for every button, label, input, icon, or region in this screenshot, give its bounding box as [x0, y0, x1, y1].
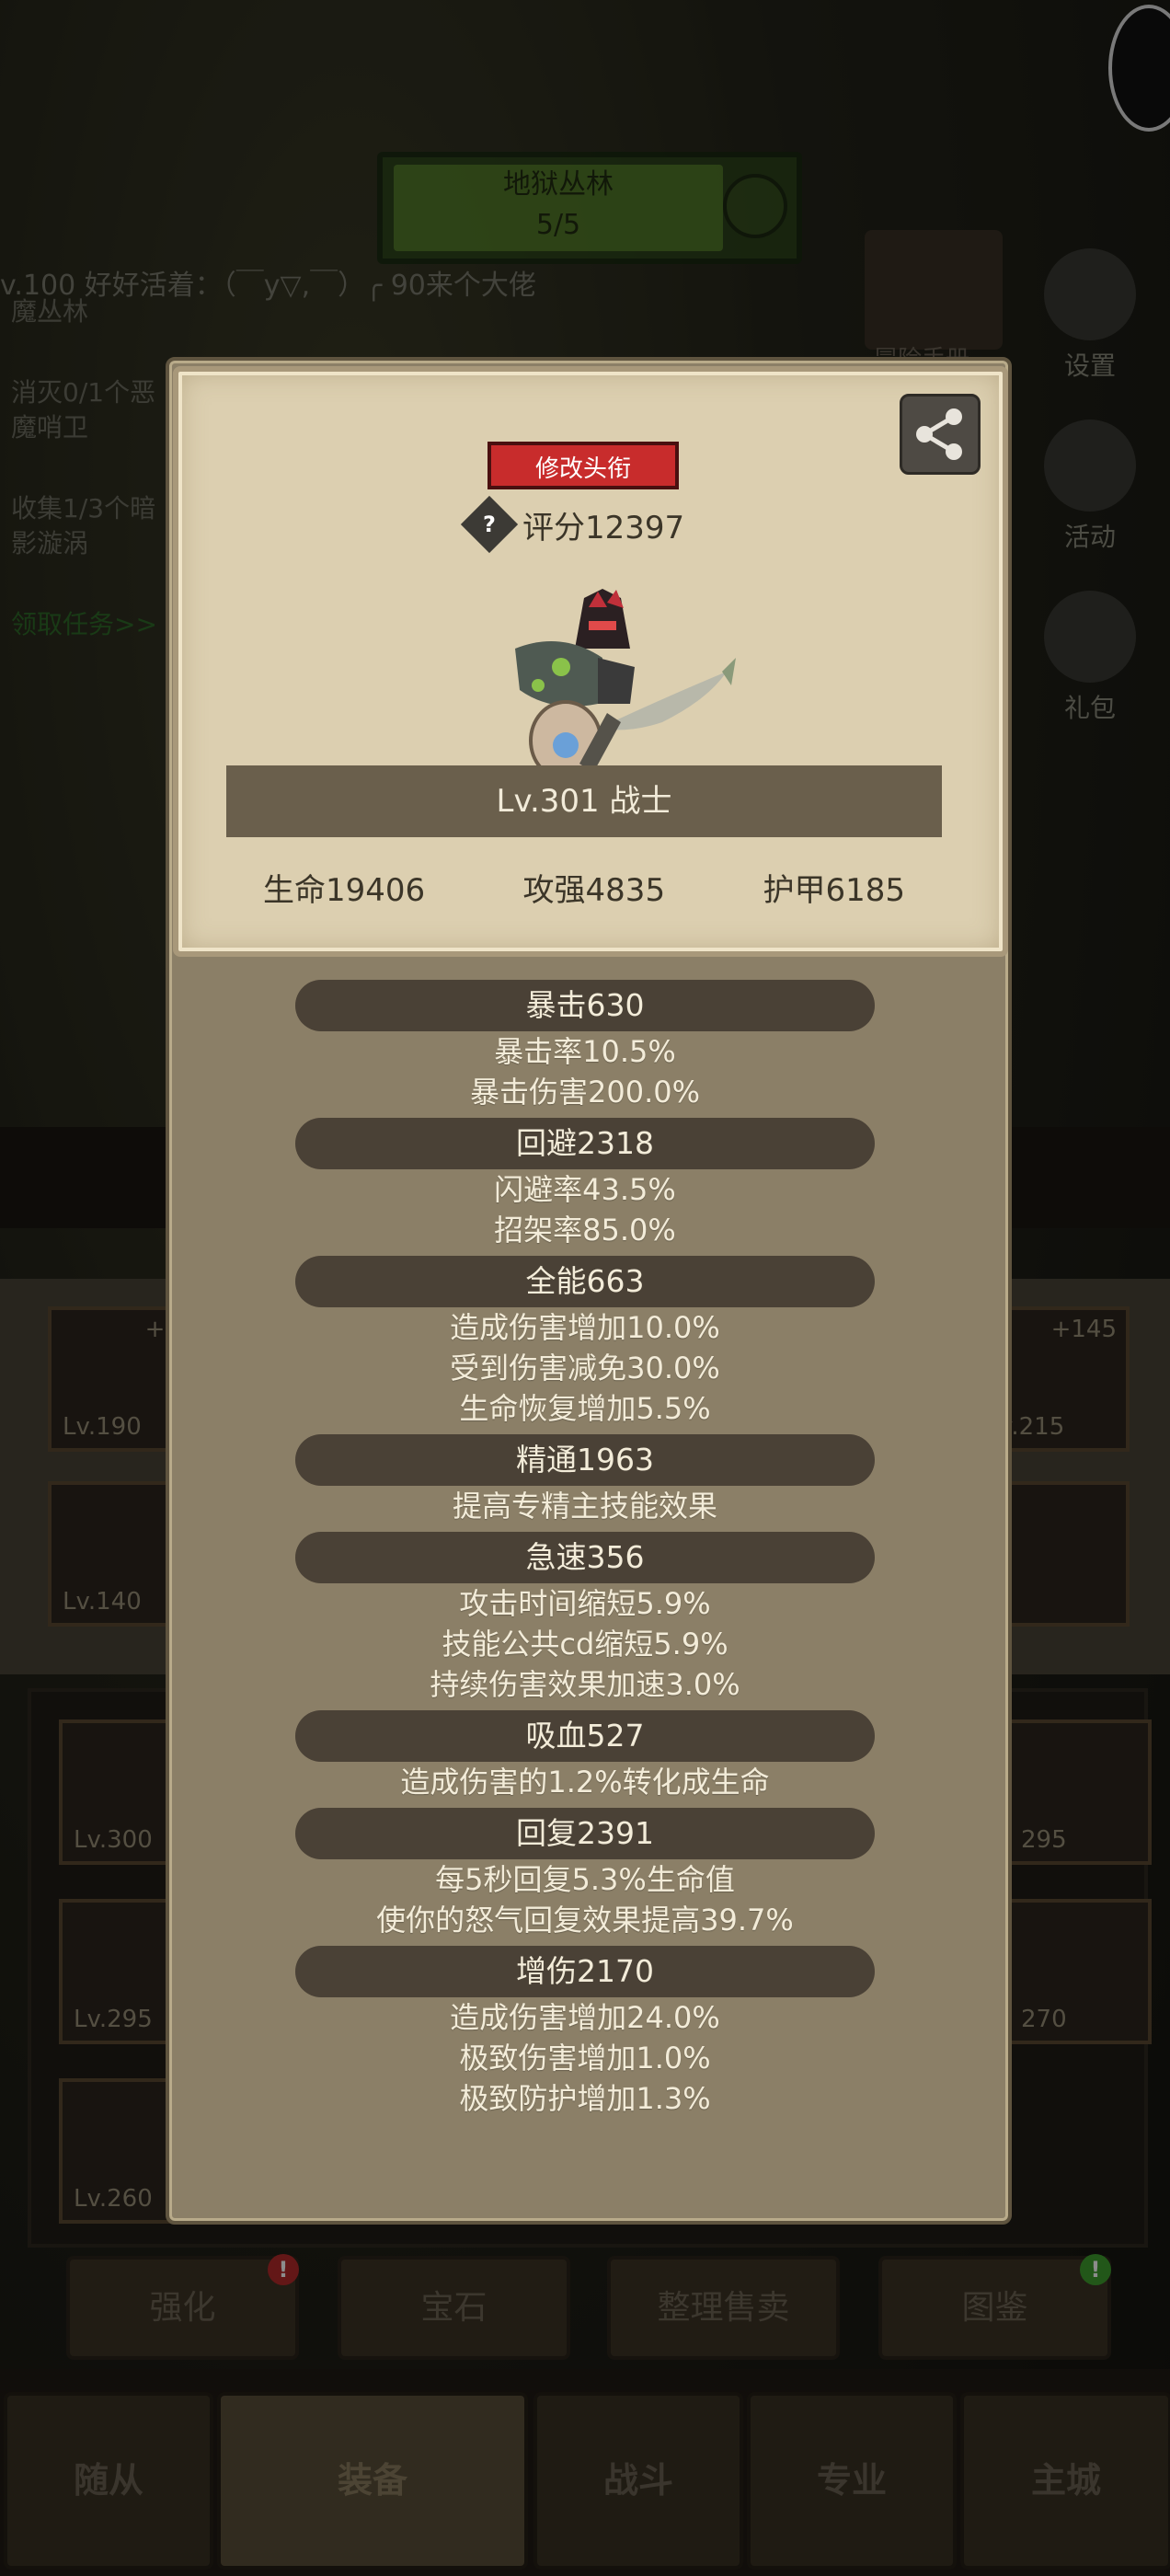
attr-header: 精通1963 [295, 1434, 875, 1486]
score-row: ? 评分12397 [460, 495, 685, 554]
attr-group-crit: 暴击630 暴击率10.5% 暴击伤害200.0% [166, 980, 1004, 1112]
attr-header: 回避2318 [295, 1118, 875, 1169]
attr-line: 暴击率10.5% [494, 1034, 676, 1069]
share-button[interactable] [900, 394, 981, 475]
attr-header: 急速356 [295, 1532, 875, 1583]
attr-line: 暴击伤害200.0% [469, 1075, 701, 1110]
attr-line: 生命恢复增加5.5% [459, 1391, 711, 1426]
attr-line: 造成伤害增加24.0% [450, 2000, 720, 2035]
share-icon [916, 408, 962, 460]
attr-group-mastery: 精通1963 提高专精主技能效果 [166, 1434, 1004, 1526]
attr-header: 全能663 [295, 1256, 875, 1307]
help-icon[interactable]: ? [460, 495, 519, 554]
attack-power-stat: 攻强4835 [522, 872, 666, 909]
attr-group-regen: 回复2391 每5秒回复5.3%生命值 使你的怒气回复效果提高39.7% [166, 1808, 1004, 1940]
warrior-avatar [515, 589, 736, 781]
attr-line: 提高专精主技能效果 [452, 1489, 717, 1524]
attr-line: 造成伤害的1.2%转化成生命 [400, 1765, 770, 1800]
attr-header: 增伤2170 [295, 1946, 875, 1997]
rename-title-button[interactable]: 修改头衔 [488, 442, 679, 489]
attr-line: 极致防护增加1.3% [459, 2081, 711, 2116]
hp-stat: 生命19406 [263, 872, 426, 909]
attr-line: 招架率85.0% [494, 1213, 676, 1248]
character-name-bar: Lv.301 战士 [226, 765, 942, 837]
attr-line: 受到伤害减免30.0% [450, 1351, 720, 1386]
attr-line: 使你的怒气回复效果提高39.7% [376, 1903, 794, 1938]
attr-line: 造成伤害增加10.0% [450, 1310, 720, 1345]
attr-group-versatility: 全能663 造成伤害增加10.0% 受到伤害减免30.0% 生命恢复增加5.5% [166, 1256, 1004, 1429]
attr-line: 技能公共cd缩短5.9% [442, 1627, 728, 1662]
attr-line: 攻击时间缩短5.9% [459, 1586, 711, 1621]
attr-group-haste: 急速356 攻击时间缩短5.9% 技能公共cd缩短5.9% 持续伤害效果加速3.… [166, 1532, 1004, 1705]
score-value: 评分12397 [522, 509, 685, 546]
attr-line: 每5秒回复5.3%生命值 [435, 1862, 735, 1897]
basic-stats: 生命19406 攻强4835 护甲6185 [226, 865, 942, 910]
attr-group-damage-boost: 增伤2170 造成伤害增加24.0% 极致伤害增加1.0% 极致防护增加1.3% [166, 1946, 1004, 2119]
attr-header: 回复2391 [295, 1808, 875, 1859]
attr-line: 极致伤害增加1.0% [459, 2041, 711, 2076]
attr-group-avoidance: 回避2318 闪避率43.5% 招架率85.0% [166, 1118, 1004, 1250]
attribute-list: 暴击630 暴击率10.5% 暴击伤害200.0% 回避2318 闪避率43.5… [166, 980, 1004, 2124]
attr-header: 吸血527 [295, 1710, 875, 1762]
attr-line: 闪避率43.5% [494, 1172, 676, 1207]
attr-line: 持续伤害效果加速3.0% [430, 1667, 740, 1702]
armor-stat: 护甲6185 [763, 872, 905, 909]
attr-header: 暴击630 [295, 980, 875, 1031]
attr-group-lifesteal: 吸血527 造成伤害的1.2%转化成生命 [166, 1710, 1004, 1802]
